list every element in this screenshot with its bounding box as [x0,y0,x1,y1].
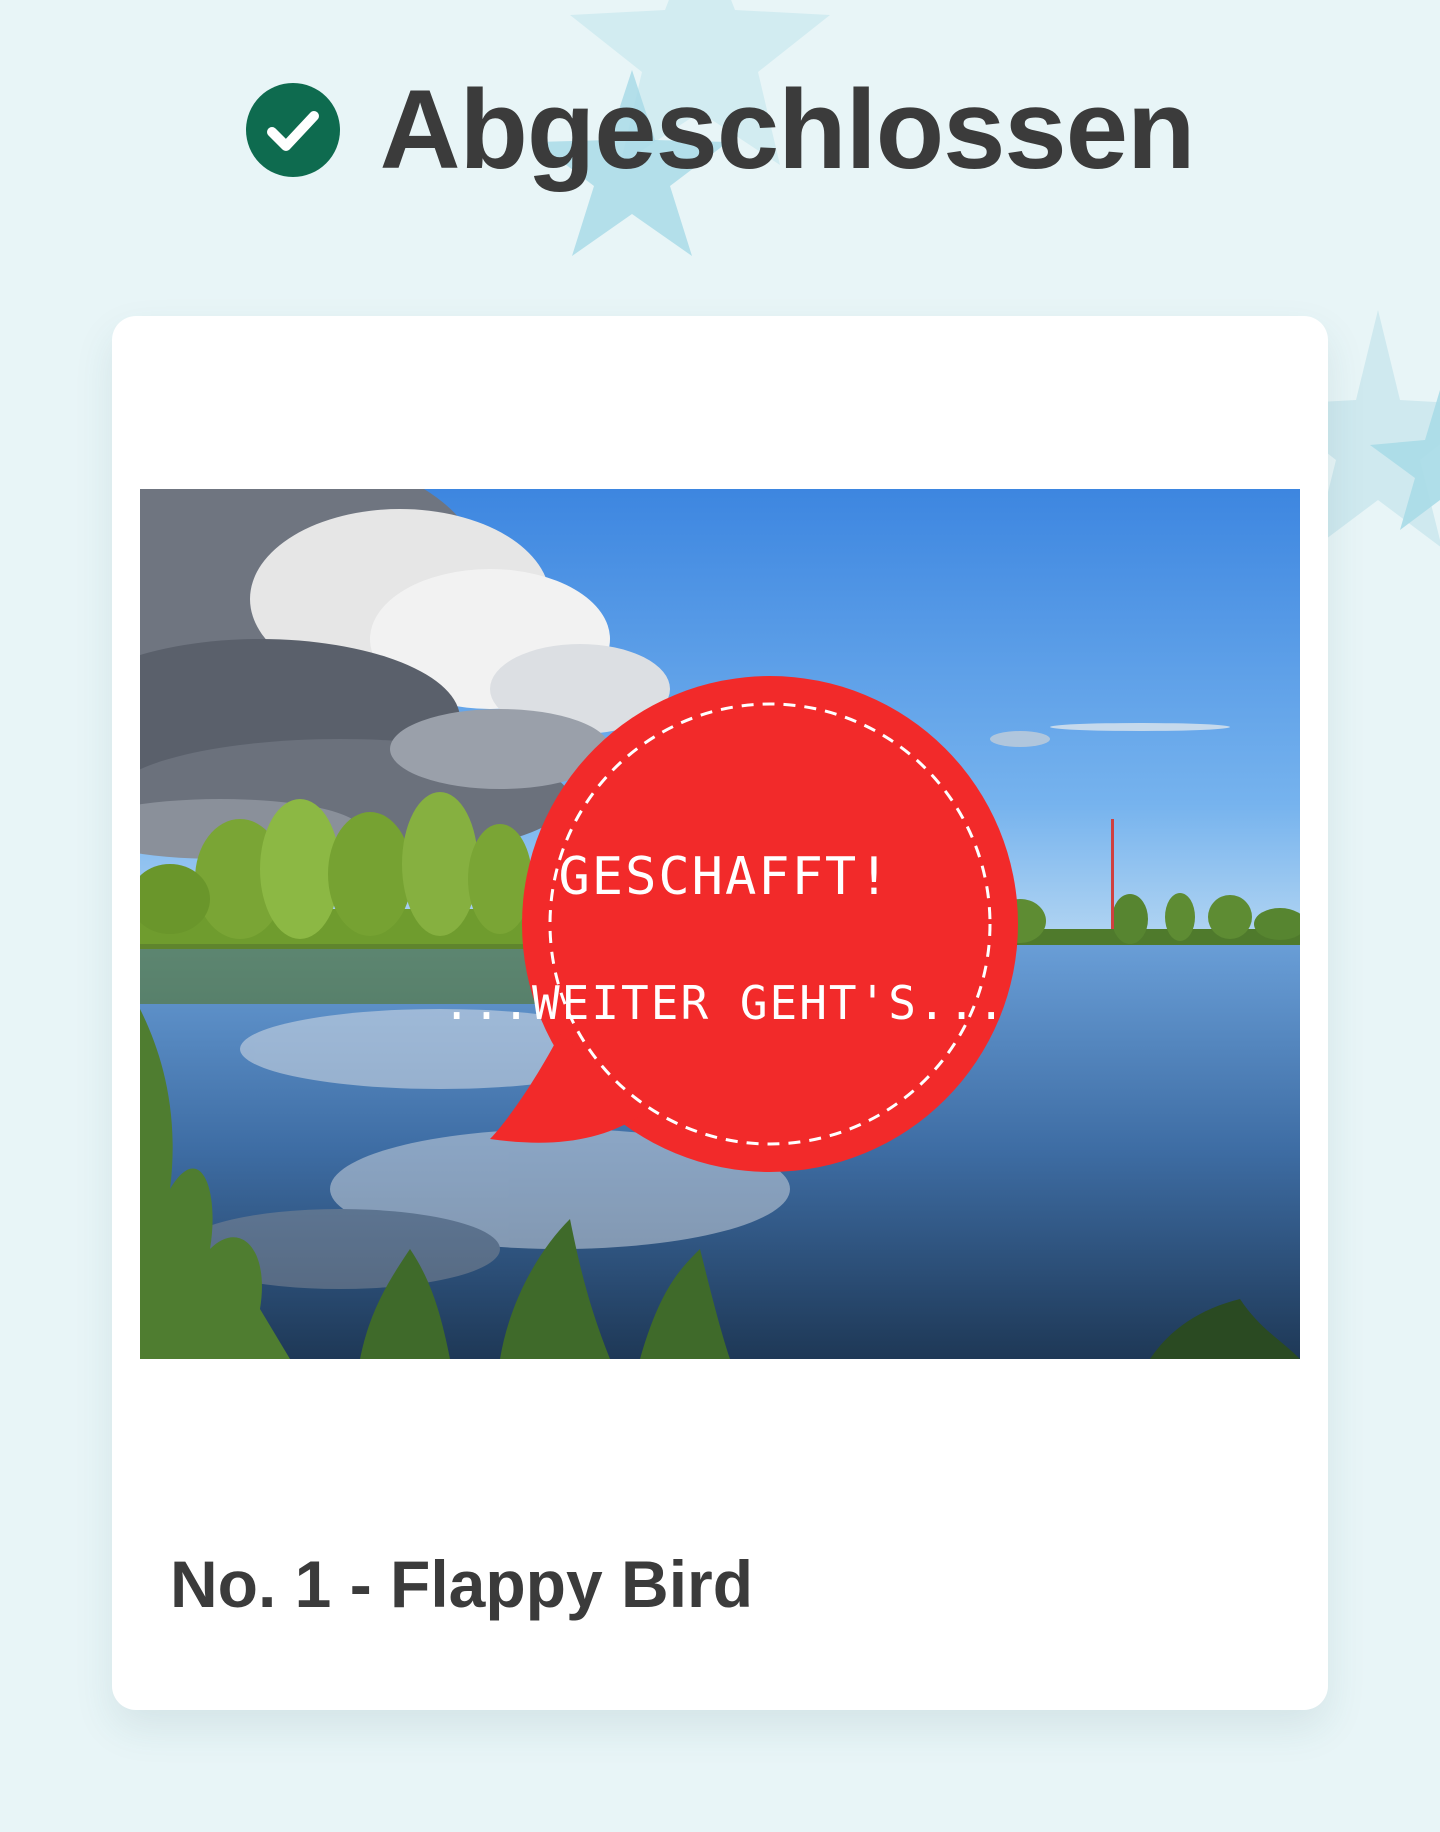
bubble-line-2: ...WEITER GEHT'S... [443,976,1007,1030]
completion-header: Abgeschlossen [0,70,1440,190]
card-image: GESCHAFFT! ...WEITER GEHT'S... [140,489,1300,1359]
card-title: No. 1 - Flappy Bird [170,1547,754,1621]
page-title: Abgeschlossen [379,67,1196,192]
level-card[interactable]: GESCHAFFT! ...WEITER GEHT'S... No. 1 - F… [112,316,1328,1710]
bubble-line-1: GESCHAFFT! [558,847,891,907]
star-decoration [1370,390,1440,530]
check-circle-icon [245,83,340,177]
